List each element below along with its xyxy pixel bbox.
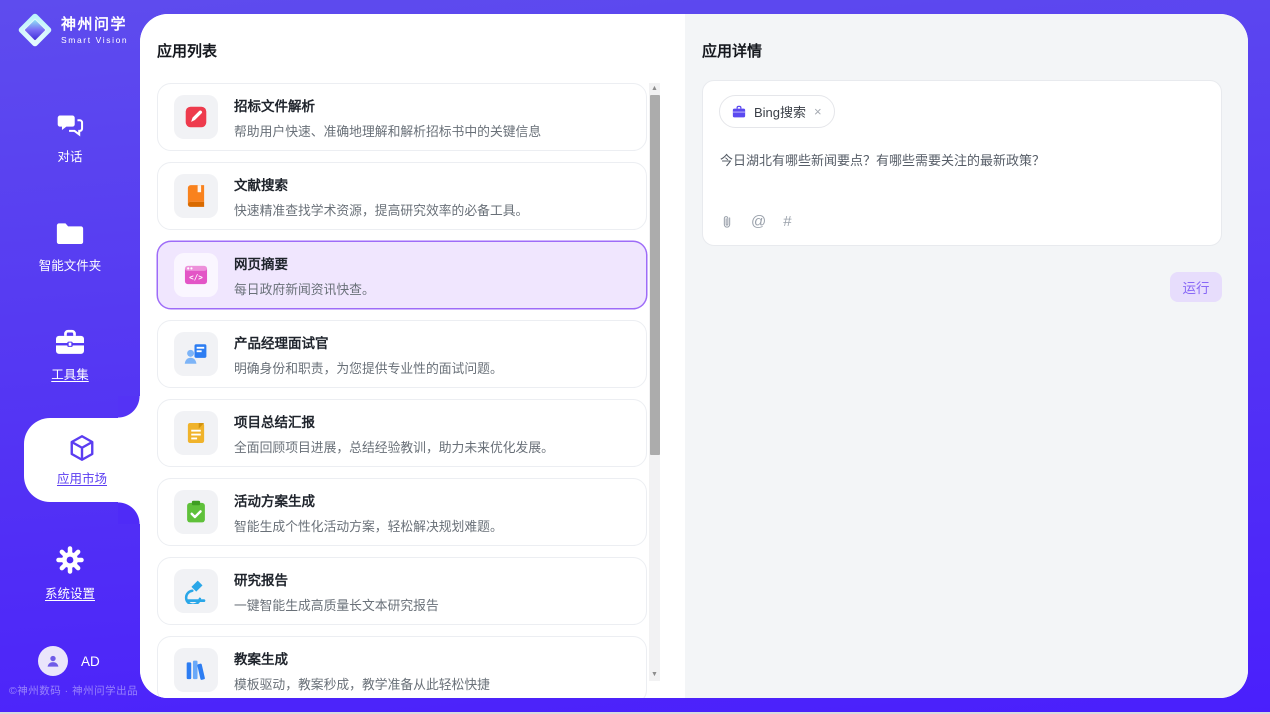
app-description: 每日政府新闻资讯快查。: [234, 279, 375, 298]
app-description: 明确身份和职责，为您提供专业性的面试问题。: [234, 358, 503, 377]
app-description: 快速精准查找学术资源，提高研究效率的必备工具。: [234, 200, 528, 219]
cube-icon: [67, 433, 97, 463]
book-icon: [183, 183, 209, 209]
scrollbar[interactable]: ▲ ▼: [649, 83, 660, 681]
toolbox-icon: [54, 329, 86, 356]
scrollbar-thumb[interactable]: [650, 95, 660, 455]
app-description: 一键智能生成高质量长文本研究报告: [234, 595, 439, 614]
app-icon-box: [174, 332, 218, 376]
user-initials: AD: [81, 654, 100, 669]
scrollbar-up-arrow[interactable]: ▲: [649, 83, 660, 95]
svg-text:</>: </>: [189, 273, 203, 282]
list-item[interactable]: 教案生成 模板驱动，教案秒成，教学准备从此轻松快捷: [157, 636, 647, 698]
app-icon-box: </>: [174, 253, 218, 297]
app-description: 帮助用户快速、准确地理解和解析招标书中的关键信息: [234, 121, 541, 140]
app-icon-box: [174, 490, 218, 534]
hash-icon[interactable]: #: [783, 213, 791, 230]
interviewer-icon: [183, 341, 209, 367]
note-icon: [183, 420, 209, 446]
diamond-logo-icon: [16, 11, 54, 49]
compose-card: Bing搜索 × 今日湖北有哪些新闻要点？有哪些需要关注的最新政策？ @ #: [702, 80, 1222, 246]
sidebar-item-toolset[interactable]: 工具集: [0, 329, 140, 383]
app-window: 神州问学 Smart Vision 对话 智能文件夹: [0, 0, 1270, 714]
books-icon: [183, 657, 209, 683]
app-icon-box: [174, 95, 218, 139]
run-button[interactable]: 运行: [1170, 272, 1222, 302]
list-item[interactable]: </> 网页摘要 每日政府新闻资讯快查。: [157, 241, 647, 309]
app-description: 模板驱动，教案秒成，教学准备从此轻松快捷: [234, 674, 490, 693]
clipboard-check-icon: [183, 499, 209, 525]
gear-icon: [55, 545, 85, 575]
prompt-input[interactable]: 今日湖北有哪些新闻要点？有哪些需要关注的最新政策？: [720, 151, 1205, 171]
chat-icon: [55, 112, 85, 138]
scrollbar-down-arrow[interactable]: ▼: [649, 669, 660, 681]
app-icon-box: [174, 569, 218, 613]
app-icon-box: [174, 411, 218, 455]
app-detail-panel: 应用详情 Bing搜索 × 今日湖北有哪些新闻要点？有哪些需要关注的最新政策？: [685, 14, 1248, 698]
tool-tag-label: Bing搜索: [754, 102, 806, 121]
sidebar-item-label: 对话: [57, 146, 82, 165]
list-item[interactable]: 招标文件解析 帮助用户快速、准确地理解和解析招标书中的关键信息: [157, 83, 647, 151]
mention-icon[interactable]: @: [751, 213, 766, 230]
folder-icon: [55, 221, 85, 247]
copyright-footer: ©神州数码 · 神州问学出品: [9, 683, 138, 698]
app-list-items: 招标文件解析 帮助用户快速、准确地理解和解析招标书中的关键信息 文献搜索 快速精…: [157, 83, 647, 698]
list-item[interactable]: 活动方案生成 智能生成个性化活动方案，轻松解决规划难题。: [157, 478, 647, 546]
app-description: 智能生成个性化活动方案，轻松解决规划难题。: [234, 516, 503, 535]
sidebar-item-app-market[interactable]: 应用市场: [24, 418, 140, 502]
pen-document-icon: [183, 104, 209, 130]
app-list-panel: 应用列表 招标文件解析 帮助用户快速、准确地理解和解析招标书中的关键信息 文献搜…: [140, 14, 685, 698]
app-name: 网页摘要: [234, 253, 375, 273]
brand-tagline: Smart Vision: [61, 35, 128, 45]
list-item[interactable]: 项目总结汇报 全面回顾项目进展，总结经验教训，助力未来优化发展。: [157, 399, 647, 467]
app-name: 教案生成: [234, 648, 490, 668]
microscope-icon: [183, 578, 209, 604]
sidebar-item-label: 工具集: [51, 364, 89, 383]
user-account[interactable]: AD: [38, 646, 100, 676]
person-icon: [44, 652, 62, 670]
sidebar-item-label: 智能文件夹: [39, 255, 102, 274]
briefcase-icon: [731, 104, 747, 120]
sidebar: 神州问学 Smart Vision 对话 智能文件夹: [0, 0, 140, 714]
app-icon-box: [174, 174, 218, 218]
composer-toolbar: @ #: [720, 213, 792, 230]
list-item[interactable]: 文献搜索 快速精准查找学术资源，提高研究效率的必备工具。: [157, 162, 647, 230]
sidebar-item-settings[interactable]: 系统设置: [0, 545, 140, 602]
app-name: 产品经理面试官: [234, 332, 503, 352]
app-description: 全面回顾项目进展，总结经验教训，助力未来优化发展。: [234, 437, 554, 456]
app-detail-title: 应用详情: [702, 40, 762, 61]
active-tab-fillet-bottom: [118, 502, 140, 524]
sidebar-item-chat[interactable]: 对话: [0, 112, 140, 165]
paperclip-icon[interactable]: [720, 214, 734, 230]
tag-close-icon[interactable]: ×: [813, 105, 823, 118]
app-icon-box: [174, 648, 218, 692]
active-tab-fillet-top: [118, 396, 140, 418]
sidebar-item-label: 应用市场: [57, 468, 107, 487]
app-name: 活动方案生成: [234, 490, 503, 510]
avatar: [38, 646, 68, 676]
app-name: 文献搜索: [234, 174, 528, 194]
sidebar-item-label: 系统设置: [45, 583, 95, 602]
app-list-title: 应用列表: [157, 40, 217, 61]
list-item[interactable]: 研究报告 一键智能生成高质量长文本研究报告: [157, 557, 647, 625]
sidebar-item-smart-folder[interactable]: 智能文件夹: [0, 221, 140, 274]
tool-tag-bing-search[interactable]: Bing搜索 ×: [719, 95, 835, 128]
app-name: 招标文件解析: [234, 95, 541, 115]
main-content: 应用列表 招标文件解析 帮助用户快速、准确地理解和解析招标书中的关键信息 文献搜…: [140, 14, 1248, 698]
app-name: 项目总结汇报: [234, 411, 554, 431]
browser-code-icon: </>: [183, 262, 209, 288]
brand-name: 神州问学: [61, 16, 128, 34]
list-item[interactable]: 产品经理面试官 明确身份和职责，为您提供专业性的面试问题。: [157, 320, 647, 388]
brand-logo: 神州问学 Smart Vision: [16, 11, 128, 49]
app-name: 研究报告: [234, 569, 439, 589]
